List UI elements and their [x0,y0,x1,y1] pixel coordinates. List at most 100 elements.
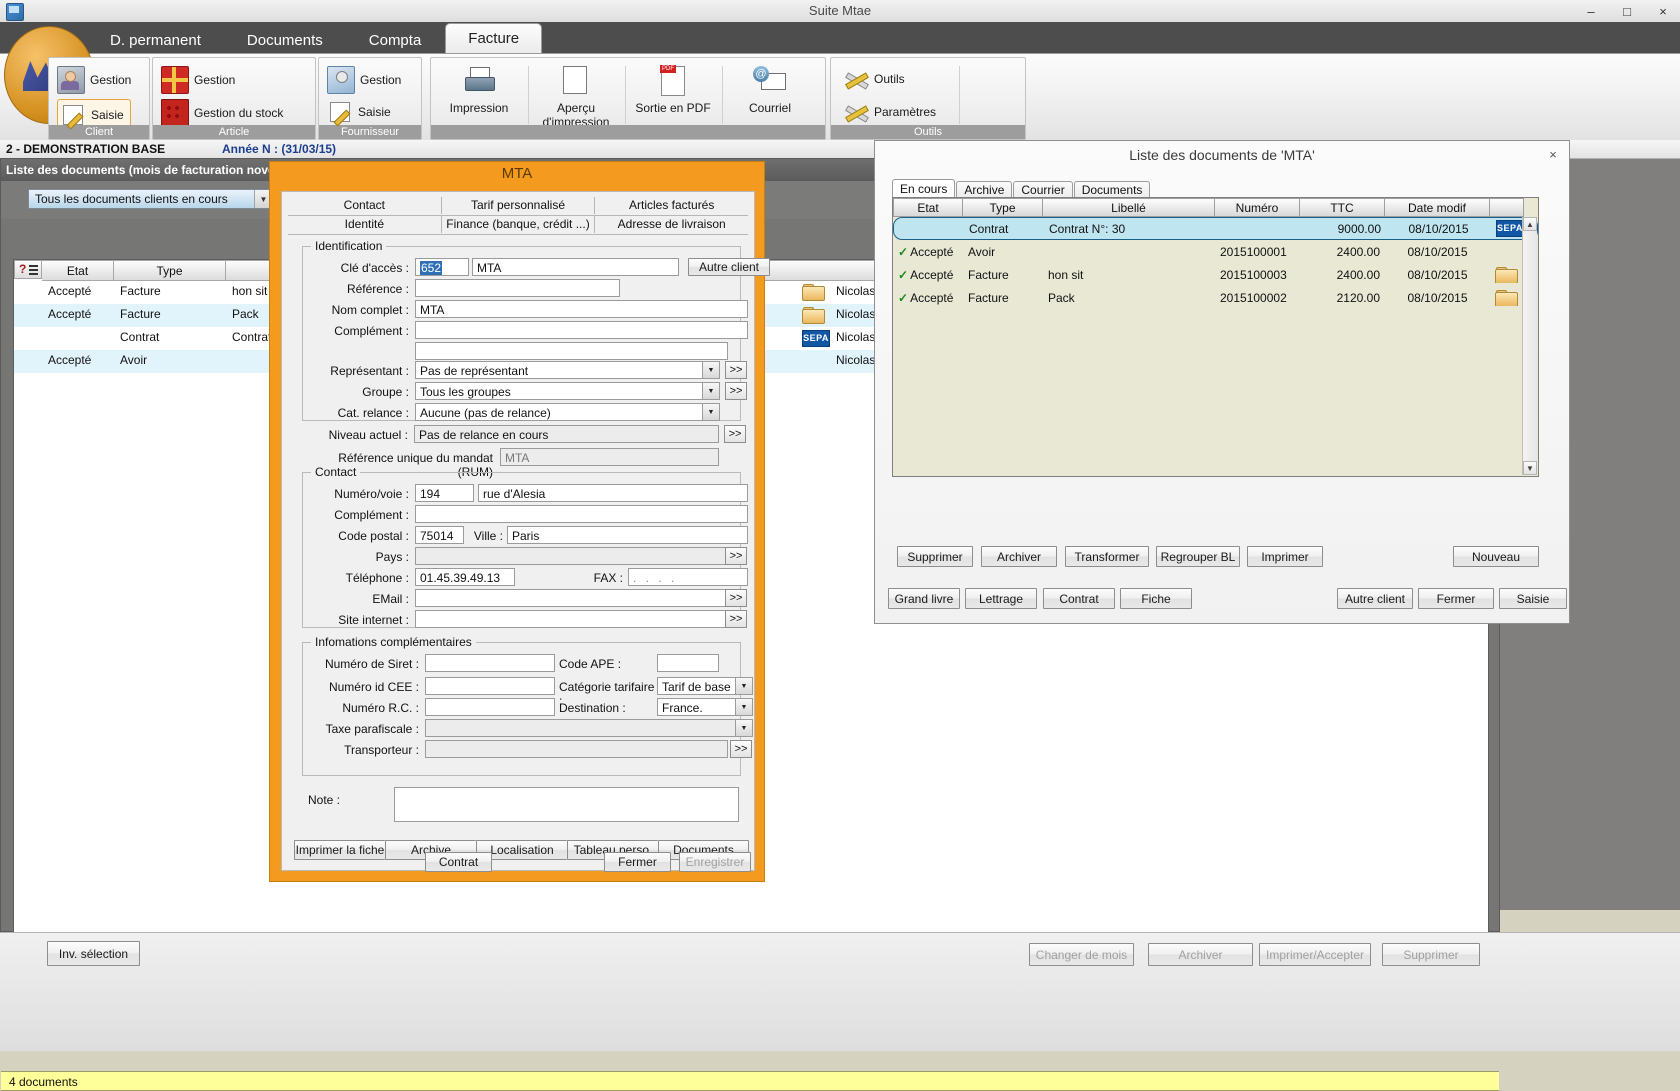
ribbon-item-impression[interactable]: Impression [436,64,522,115]
groupe-browse-button[interactable]: >> [725,382,747,400]
site-internet-browse-button[interactable]: >> [725,610,747,628]
representant-browse-button[interactable]: >> [725,361,747,379]
chevron-down-icon[interactable]: ▼ [735,678,752,694]
documents-filter-combo[interactable]: Tous les documents clients en cours ▼ [28,189,273,209]
transporteur-browse-button[interactable]: >> [730,740,752,758]
cee-field[interactable] [425,677,555,695]
column-type[interactable]: Type [963,198,1043,217]
destination-select[interactable]: France. ▼ [657,698,753,716]
scroll-down-icon[interactable]: ▼ [1523,461,1537,475]
ribbon-item-fournisseur-gestion[interactable]: Gestion [327,66,401,94]
ribbon-tab-compta[interactable]: Compta [347,27,444,54]
ribbon-item-pdf[interactable]: Sortie en PDF [630,64,716,115]
niveau-actuel-browse-button[interactable]: >> [724,425,746,443]
imprimer-accepter-button[interactable]: Imprimer/Accepter [1259,943,1371,966]
contrat-button[interactable]: Contrat [1043,588,1115,609]
tab-articles-factures[interactable]: Articles facturés [595,197,748,214]
ville-field[interactable]: Paris [507,526,748,544]
note-field[interactable] [394,787,739,822]
rc-field[interactable] [425,698,555,716]
table-row[interactable]: Contrat Contrat N°: 30 9000.00 08/10/201… [893,217,1538,240]
siret-field[interactable] [425,654,555,672]
ribbon-item-fournisseur-saisie[interactable]: Saisie [327,99,391,125]
column-settings-icon[interactable] [14,260,42,279]
close-button[interactable]: × [1650,1,1676,21]
ribbon-tab-facture[interactable]: Facture [445,23,542,54]
chevron-down-icon[interactable]: ▼ [735,699,752,715]
column-date-modif[interactable]: Date modif [1385,198,1490,217]
ribbon-item-article-gestion[interactable]: Gestion [161,66,235,94]
grand-livre-button[interactable]: Grand livre [888,588,960,609]
ribbon-item-parametres[interactable]: Paramètres [843,99,936,125]
table-row[interactable]: ✓Accepté Facture hon sit 2015100003 2400… [893,263,1538,286]
nouveau-button[interactable]: Nouveau [1453,546,1539,567]
dialog-fermer-button[interactable]: Fermer [604,852,671,872]
ribbon-item-article-stock[interactable]: Gestion du stock [161,99,283,127]
dialog-contrat-button[interactable]: Contrat [425,852,492,872]
voie-field[interactable]: rue d'Alesia [478,484,748,502]
tab-finance[interactable]: Finance (banque, crédit ...) [442,216,596,233]
ribbon-item-outils[interactable]: Outils [843,66,905,92]
numero-field[interactable]: 194 [415,484,474,502]
inv-selection-button[interactable]: Inv. sélection [47,941,140,966]
maximize-button[interactable]: □ [1614,1,1640,21]
archiver-doc-button[interactable]: Archiver [981,546,1057,567]
tab-adresse-livraison[interactable]: Adresse de livraison [595,216,748,233]
nom-complet-field[interactable]: MTA [415,300,748,318]
saisie-button[interactable]: Saisie [1499,588,1567,609]
ribbon-item-apercu[interactable]: Aperçu d'impression [533,64,619,129]
fermer-button[interactable]: Fermer [1418,588,1494,609]
documents-column-etat[interactable]: Etat [42,260,114,281]
documents-column-type[interactable]: Type [114,260,226,281]
supprimer-button[interactable]: Supprimer [1382,943,1480,966]
close-icon[interactable]: × [1543,145,1563,163]
cle-acces-field[interactable]: 652 [415,258,469,276]
complement-field-2[interactable] [415,342,728,360]
supprimer-doc-button[interactable]: Supprimer [897,546,973,567]
site-internet-field[interactable] [415,610,728,628]
column-libelle[interactable]: Libellé [1043,198,1215,217]
column-flags[interactable] [1490,198,1524,217]
representant-select[interactable]: Pas de représentant ▼ [415,361,720,379]
fiche-button[interactable]: Fiche [1120,588,1192,609]
imprimer-doc-button[interactable]: Imprimer [1247,546,1323,567]
transporteur-field[interactable] [425,740,728,758]
chevron-down-icon[interactable]: ▼ [702,383,719,399]
changer-de-mois-button[interactable]: Changer de mois [1029,943,1134,966]
table-row[interactable]: ✓Accepté Facture Pack 2015100002 2120.00… [893,286,1538,309]
pays-browse-button[interactable]: >> [725,547,747,565]
scroll-up-icon[interactable]: ▲ [1523,217,1537,231]
cle-acces-name-field[interactable]: MTA [472,258,679,276]
column-ttc[interactable]: TTC [1300,198,1385,217]
ribbon-tab-d-permanent[interactable]: D. permanent [88,27,223,54]
transformer-button[interactable]: Transformer [1065,546,1149,567]
taxe-parafiscale-select[interactable]: ▼ [425,719,753,737]
table-row[interactable]: ✓Accepté Avoir 2015100001 2400.00 08/10/… [893,240,1538,263]
grid-scrollbar[interactable]: ▲ ▼ [1522,217,1537,475]
regrouper-bl-button[interactable]: Regrouper BL [1156,546,1240,567]
archiver-button[interactable]: Archiver [1148,943,1253,966]
chevron-down-icon[interactable]: ▼ [702,362,719,378]
column-etat[interactable]: Etat [893,198,963,217]
telephone-field[interactable]: 01.45.39.49.13 [415,568,515,586]
complement-field[interactable] [415,321,748,339]
dialog-enregistrer-button[interactable]: Enregistrer [679,852,751,872]
tab-identite[interactable]: Identité [288,216,442,233]
column-numero[interactable]: Numéro [1215,198,1300,217]
reference-field[interactable] [415,279,620,297]
client-documents-grid[interactable]: Etat Type Libellé Numéro TTC Date modif … [892,197,1539,477]
ape-field[interactable] [657,654,719,672]
cat-tarifaire-select[interactable]: Tarif de base ▼ [657,677,753,695]
tab-tarif-personnalise[interactable]: Tarif personnalisé [442,197,596,214]
ribbon-item-client-gestion[interactable]: Gestion [57,66,131,94]
tab-contact[interactable]: Contact [288,197,442,214]
code-postal-field[interactable]: 75014 [415,526,464,544]
email-browse-button[interactable]: >> [725,589,747,607]
chevron-down-icon[interactable]: ▼ [702,404,719,420]
email-field[interactable] [415,589,728,607]
chevron-down-icon[interactable]: ▼ [735,720,752,736]
minimize-button[interactable]: – [1578,1,1604,21]
cat-relance-select[interactable]: Aucune (pas de relance) ▼ [415,403,720,421]
autre-client-button[interactable]: Autre client [1337,588,1413,609]
groupe-select[interactable]: Tous les groupes ▼ [415,382,720,400]
